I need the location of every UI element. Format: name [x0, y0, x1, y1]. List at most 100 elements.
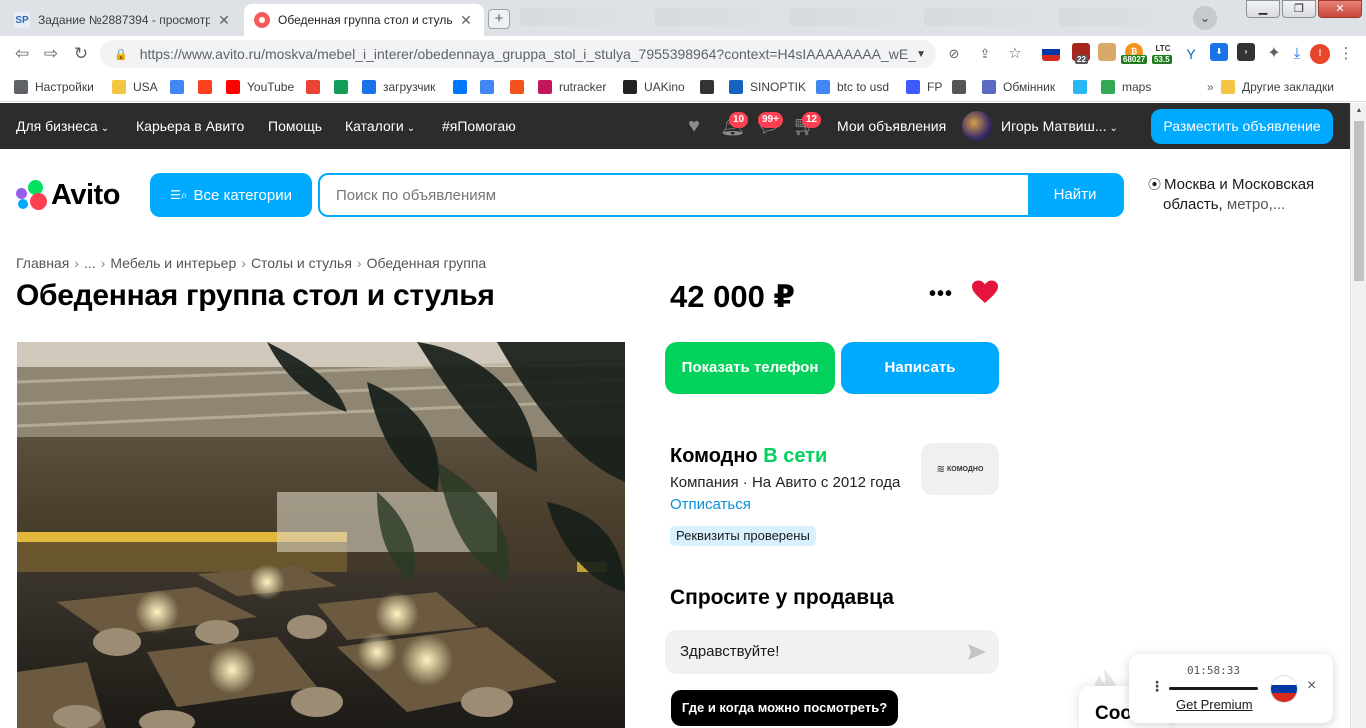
close-widget-icon[interactable]: × — [1307, 677, 1316, 695]
show-phone-button[interactable]: Показать телефон — [665, 342, 835, 394]
breadcrumb-item[interactable]: Столы и стулья — [251, 255, 352, 271]
dropdown-caret-icon[interactable]: ▼ — [916, 49, 926, 60]
bookmark-label: Настройки — [35, 80, 94, 94]
bookmark-item[interactable]: Обмінник — [982, 78, 1055, 96]
bookmark-item[interactable] — [1073, 78, 1094, 96]
get-premium-link[interactable]: Get Premium — [1176, 697, 1253, 712]
reload-icon[interactable]: ↻ — [71, 44, 91, 64]
all-categories-button[interactable]: ☰⌕ Все категории — [150, 173, 312, 217]
nav-help-tag[interactable]: #яПомогаю — [442, 118, 516, 134]
nav-help[interactable]: Помощь — [268, 118, 322, 134]
ask-message-input[interactable]: Здравствуйте! — [665, 630, 999, 674]
seller-name[interactable]: Комодно — [670, 445, 758, 467]
nav-catalogs[interactable]: Каталоги ⌄ — [345, 118, 415, 134]
bookmark-item[interactable]: UAKino — [623, 78, 685, 96]
uakino-icon — [623, 80, 637, 94]
send-icon[interactable] — [967, 643, 987, 661]
nav-business[interactable]: Для бизнеса ⌄ — [16, 118, 109, 134]
scrollbar-thumb[interactable] — [1354, 121, 1364, 281]
new-tab-button[interactable]: + — [488, 9, 510, 29]
bookmark-item[interactable] — [170, 78, 191, 96]
minimize-button[interactable]: ▁ — [1246, 0, 1280, 18]
write-message-button[interactable]: Написать — [841, 342, 999, 394]
quick-question-button[interactable]: Где и когда можно посмотреть? — [671, 690, 898, 726]
bookmark-item[interactable]: rutracker — [538, 78, 606, 96]
breadcrumb-item[interactable]: Главная — [16, 255, 69, 271]
russia-flag-icon[interactable] — [1271, 676, 1297, 702]
dark-extension-icon[interactable]: › — [1237, 43, 1255, 61]
folder-icon — [1221, 80, 1235, 94]
breadcrumb-item[interactable]: ... — [84, 255, 96, 271]
address-bar[interactable]: 🔒 https://www.avito.ru/moskva/mebel_i_in… — [100, 40, 936, 68]
bookmark-label: FP — [927, 80, 943, 94]
profile-avatar[interactable]: I — [1310, 44, 1330, 64]
user-avatar[interactable] — [962, 111, 992, 141]
bookmark-item[interactable] — [510, 78, 531, 96]
breadcrumb-item[interactable]: Обеденная группа — [367, 255, 487, 271]
scroll-up-icon[interactable]: ▲ — [1351, 103, 1366, 119]
bookmark-label: YouTube — [247, 80, 295, 94]
nav-career[interactable]: Карьера в Авито — [136, 118, 244, 134]
bookmark-item[interactable]: загрузчик — [362, 78, 435, 96]
more-options-icon[interactable]: ••• — [929, 283, 953, 306]
nav-my-ads[interactable]: Мои объявления — [837, 118, 946, 134]
extensions-puzzle-icon[interactable]: ✦ — [1264, 44, 1284, 64]
search-input[interactable] — [320, 175, 1028, 215]
browser-tab-active[interactable]: Обеденная группа стол и стулья ✕ — [244, 4, 484, 36]
bookmark-item[interactable] — [453, 78, 474, 96]
back-icon[interactable]: ⇦ — [12, 44, 32, 64]
downloads-icon[interactable]: ⤓ — [1287, 44, 1307, 64]
favorite-heart-icon[interactable] — [972, 280, 998, 304]
page-scrollbar[interactable]: ▲ — [1350, 103, 1366, 728]
address-url[interactable]: https://www.avito.ru/moskva/mebel_i_inte… — [140, 46, 916, 62]
bookmark-item[interactable]: maps — [1101, 78, 1151, 96]
close-tab-icon[interactable]: ✕ — [216, 12, 232, 29]
bookmark-item[interactable]: btc to usd — [816, 78, 889, 96]
chrome-menu-icon[interactable]: ⋮ — [1336, 44, 1356, 64]
restore-button[interactable]: ❐ — [1282, 0, 1316, 18]
bookmark-item[interactable]: SINOPTIK — [729, 78, 806, 96]
widget-menu-icon[interactable]: ⋮ — [1150, 678, 1164, 695]
face-extension-icon[interactable] — [1098, 43, 1116, 61]
listing-photo[interactable] — [17, 342, 625, 728]
extension-badge: 53.5 — [1152, 55, 1172, 64]
share-icon[interactable]: ⇪ — [975, 44, 995, 64]
seller-logo[interactable]: ≋ КОМОДНО — [921, 443, 999, 495]
bookmark-item[interactable] — [306, 78, 327, 96]
favorites-heart-icon[interactable]: ♥ — [682, 115, 706, 137]
bookmark-item[interactable] — [198, 78, 219, 96]
chevron-down-icon: ⌄ — [100, 123, 110, 134]
russia-flag-extension-icon[interactable] — [1042, 43, 1060, 61]
bookmark-item[interactable] — [480, 78, 501, 96]
window-close-button[interactable]: ✕ — [1318, 0, 1362, 18]
browser-tab[interactable]: SP Задание №2887394 - просмотр з ✕ — [4, 4, 242, 36]
bookmark-item[interactable] — [952, 78, 973, 96]
avito-logo[interactable]: Avito — [16, 177, 120, 213]
user-menu[interactable]: Игорь Матвиш... ⌄ — [1001, 118, 1118, 134]
thermometer-icon — [729, 80, 743, 94]
bookmark-item[interactable] — [700, 78, 721, 96]
tab-search-icon[interactable]: ⌄ — [1193, 6, 1217, 30]
bookmark-item[interactable]: USA — [112, 78, 158, 96]
location-selector[interactable]: ⦿ Москва и Московская область, метро,... — [1148, 175, 1338, 215]
v-extension-icon[interactable]: Y — [1181, 44, 1201, 64]
unsubscribe-link[interactable]: Отписаться — [670, 496, 751, 513]
bookmarks-overflow-button[interactable]: » — [1207, 78, 1214, 96]
breadcrumb-item[interactable]: Мебель и интерьер — [110, 255, 236, 271]
bookmark-star-icon[interactable]: ☆ — [1005, 44, 1025, 64]
bookmark-item[interactable]: FP — [906, 78, 942, 96]
search-button[interactable]: Найти — [1028, 175, 1122, 215]
widget-progress-bar[interactable] — [1169, 687, 1258, 690]
bookmark-item[interactable] — [334, 78, 355, 96]
bookmark-item[interactable]: YouTube — [226, 78, 294, 96]
download-extension-icon[interactable]: ⬇ — [1210, 43, 1228, 61]
seller-logo-text: КОМОДНО — [947, 465, 984, 473]
post-ad-button[interactable]: Разместить объявление — [1151, 109, 1333, 144]
other-bookmarks[interactable]: Другие закладки — [1221, 78, 1334, 96]
lock-icon[interactable]: 🔒 — [114, 48, 128, 61]
bookmark-label: Обмінник — [1003, 80, 1056, 94]
forward-icon[interactable]: ⇨ — [41, 44, 61, 64]
bookmark-item[interactable]: Настройки — [14, 78, 94, 96]
close-tab-icon[interactable]: ✕ — [458, 12, 474, 29]
block-icon[interactable]: ⊘ — [944, 44, 964, 64]
